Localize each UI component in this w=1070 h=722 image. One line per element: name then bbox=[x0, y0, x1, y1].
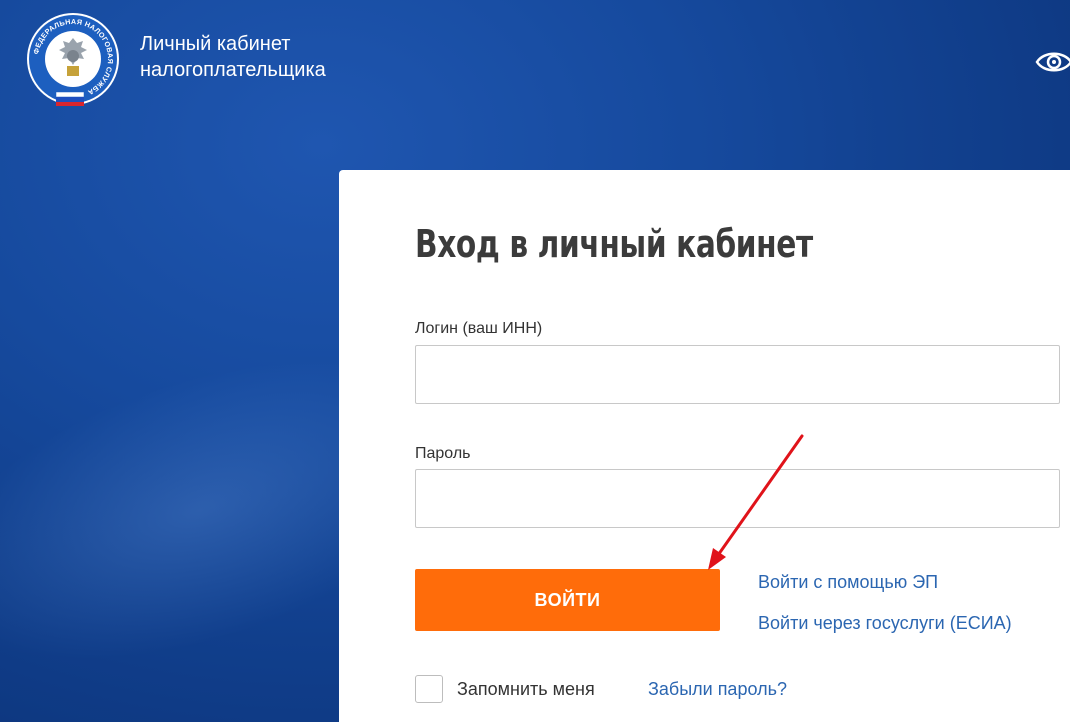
annotation-arrow-icon bbox=[708, 434, 804, 570]
eye-icon[interactable] bbox=[1034, 46, 1070, 78]
brand-title: Личный кабинет налогоплательщика bbox=[140, 31, 326, 83]
fns-logo: ФЕДЕРАЛЬНАЯ НАЛОГОВАЯ СЛУЖБА bbox=[27, 13, 119, 106]
forgot-password-link[interactable]: Забыли пароль? bbox=[648, 679, 787, 700]
password-label: Пароль bbox=[415, 445, 471, 462]
brand-title-line1: Личный кабинет bbox=[140, 33, 291, 55]
remember-me-label: Запомнить меня bbox=[457, 679, 595, 699]
login-heading: Вход в личный кабинет bbox=[415, 222, 813, 266]
login-input[interactable] bbox=[415, 345, 1060, 404]
brand-title-line2: налогоплательщика bbox=[140, 59, 326, 81]
login-esia-link[interactable]: Войти через госуслуги (ЕСИА) bbox=[758, 613, 1012, 634]
remember-me-checkbox[interactable] bbox=[415, 675, 443, 703]
login-button[interactable]: ВОЙТИ bbox=[415, 569, 720, 631]
login-ep-link[interactable]: Войти с помощью ЭП bbox=[758, 572, 938, 593]
login-label: Логин (ваш ИНН) bbox=[415, 320, 543, 337]
